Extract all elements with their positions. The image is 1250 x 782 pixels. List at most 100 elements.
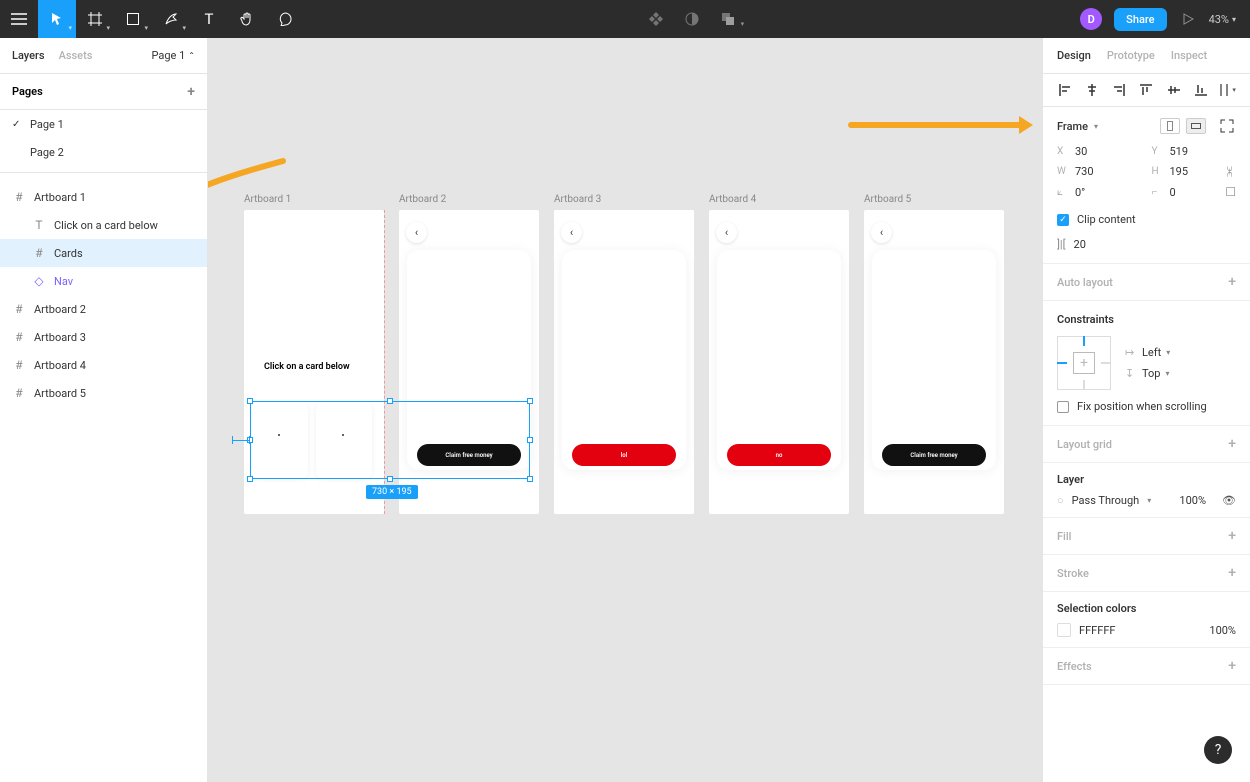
align-controls: ▾ [1043, 74, 1250, 107]
prop-x[interactable]: X30 [1057, 145, 1142, 158]
constraint-v-select[interactable]: ↧Top▾ [1125, 367, 1170, 380]
add-icon[interactable]: + [1228, 528, 1236, 544]
frame-icon: # [12, 330, 26, 344]
color-swatch[interactable] [1057, 623, 1071, 637]
align-hcenter-icon[interactable] [1084, 82, 1100, 98]
artboard-5[interactable]: Artboard 5 ‹ Claim free money [864, 210, 1004, 514]
resize-to-fit-icon[interactable] [1218, 117, 1236, 135]
add-icon[interactable]: + [1228, 274, 1236, 290]
zoom-control[interactable]: 43%▾ [1209, 13, 1236, 26]
boolean-icon[interactable]: ▾ [719, 10, 737, 28]
topbar-right: D Share 43%▾ [1080, 8, 1250, 31]
cta-button: lol [572, 444, 676, 466]
align-right-icon[interactable] [1111, 82, 1127, 98]
layer-row-artboard[interactable]: #Artboard 3 [0, 323, 207, 351]
page-label: Page 1 [30, 118, 64, 131]
prop-rotation[interactable]: ⟀0° [1057, 185, 1142, 199]
auto-layout-section[interactable]: Auto layout + [1043, 264, 1250, 301]
clip-content-row[interactable]: ✓ Clip content [1043, 209, 1250, 236]
page-item[interactable]: ✓Page 1 [0, 110, 207, 138]
color-hex[interactable]: FFFFFF [1079, 624, 1115, 637]
layer-row-artboard[interactable]: # Artboard 2 [0, 295, 207, 323]
mask-icon[interactable] [683, 10, 701, 28]
frame-icon: # [12, 190, 26, 204]
align-left-icon[interactable] [1057, 82, 1073, 98]
eye-icon[interactable]: 👁 [1222, 494, 1236, 507]
blend-mode-select[interactable]: Pass Through [1072, 494, 1140, 507]
canvas[interactable]: Artboard 1 Click on a card below Artboar… [208, 38, 1042, 782]
prop-value: 0° [1075, 186, 1085, 199]
add-icon[interactable]: + [1228, 565, 1236, 581]
tab-inspect[interactable]: Inspect [1171, 49, 1207, 62]
prop-w[interactable]: W730 [1057, 164, 1142, 179]
tab-design[interactable]: Design [1057, 49, 1091, 62]
layer-row-text[interactable]: TClick on a card below [0, 211, 207, 239]
move-tool[interactable]: ▾ [38, 0, 76, 38]
avatar[interactable]: D [1080, 8, 1102, 30]
prop-corner[interactable]: ⌐0☐ [1152, 185, 1237, 199]
align-vcenter-icon[interactable] [1166, 82, 1182, 98]
link-icon[interactable]: ⫘ [1223, 166, 1238, 177]
chevron-down-icon: ▾ [68, 24, 72, 32]
orientation-landscape[interactable] [1186, 118, 1206, 134]
orientation-portrait[interactable] [1160, 118, 1180, 134]
add-icon[interactable]: + [1228, 436, 1236, 452]
shape-tool[interactable]: ▾ [114, 0, 152, 38]
add-page-button[interactable]: + [187, 84, 195, 100]
frame-label[interactable]: Frame [1057, 120, 1088, 133]
layer-row-artboard[interactable]: #Artboard 5 [0, 379, 207, 407]
layer-row-artboard[interactable]: #Artboard 4 [0, 351, 207, 379]
effects-section[interactable]: Effects + [1043, 648, 1250, 685]
prop-y[interactable]: Y519 [1152, 145, 1237, 158]
artboard-4[interactable]: Artboard 4 ‹ no [709, 210, 849, 514]
fill-section[interactable]: Fill + [1043, 518, 1250, 555]
layer-row-cards[interactable]: #Cards [0, 239, 207, 267]
right-panel-tabs: Design Prototype Inspect [1043, 38, 1250, 74]
add-icon[interactable]: + [1228, 658, 1236, 674]
independent-corners-icon[interactable]: ☐ [1225, 185, 1236, 199]
layout-grid-section[interactable]: Layout grid + [1043, 426, 1250, 463]
color-opacity[interactable]: 100% [1209, 624, 1236, 637]
opacity-input[interactable]: 100% [1179, 494, 1206, 507]
constraints-widget[interactable]: + [1057, 336, 1111, 390]
share-button[interactable]: Share [1114, 8, 1166, 31]
back-button: ‹ [871, 222, 892, 243]
tab-prototype[interactable]: Prototype [1107, 49, 1155, 62]
align-top-icon[interactable] [1138, 82, 1154, 98]
menu-button[interactable] [0, 0, 38, 38]
layer-label: Artboard 4 [34, 359, 86, 372]
tab-assets[interactable]: Assets [59, 49, 93, 62]
artboard-3[interactable]: Artboard 3 ‹ lol [554, 210, 694, 514]
tab-layers[interactable]: Layers [12, 49, 45, 62]
help-button[interactable]: ? [1204, 736, 1232, 764]
artboard-label: Artboard 5 [864, 194, 911, 205]
corner-icon: ⌐ [1152, 187, 1164, 198]
item-spacing-row[interactable]: ]|[ 20 [1043, 236, 1250, 264]
back-button: ‹ [561, 222, 582, 243]
distribute-icon[interactable]: ▾ [1220, 82, 1236, 98]
component-icon[interactable] [647, 10, 665, 28]
frame-preset-row: Frame ▾ [1043, 107, 1250, 141]
layer-row-nav[interactable]: ◇Nav [0, 267, 207, 295]
align-bottom-icon[interactable] [1193, 82, 1209, 98]
frame-tool[interactable]: ▾ [76, 0, 114, 38]
clip-content-label: Clip content [1077, 213, 1136, 226]
layer-row-artboard[interactable]: #Artboard 1 [0, 183, 207, 211]
page-selector[interactable]: Page 1⌃ [152, 49, 196, 62]
fix-position-row[interactable]: Fix position when scrolling [1043, 396, 1250, 426]
pen-tool[interactable]: ▾ [152, 0, 190, 38]
constraint-h-select[interactable]: ↦Left▾ [1125, 346, 1170, 359]
topbar-center: ▾ [304, 10, 1080, 28]
comment-tool[interactable] [266, 0, 304, 38]
selection-colors-section: Selection colors FFFFFF 100% [1043, 592, 1250, 648]
stroke-section[interactable]: Stroke + [1043, 555, 1250, 592]
layer-section: Layer ○ Pass Through ▾ 100% 👁 [1043, 463, 1250, 518]
frame-icon: # [12, 302, 26, 316]
page-item[interactable]: Page 2 [0, 138, 207, 166]
hand-tool[interactable] [228, 0, 266, 38]
present-icon[interactable] [1179, 10, 1197, 28]
prop-h[interactable]: H195⫘ [1152, 164, 1237, 179]
frame-icon: # [12, 386, 26, 400]
text-tool[interactable]: T [190, 0, 228, 38]
layer-label: Artboard 2 [34, 303, 86, 316]
